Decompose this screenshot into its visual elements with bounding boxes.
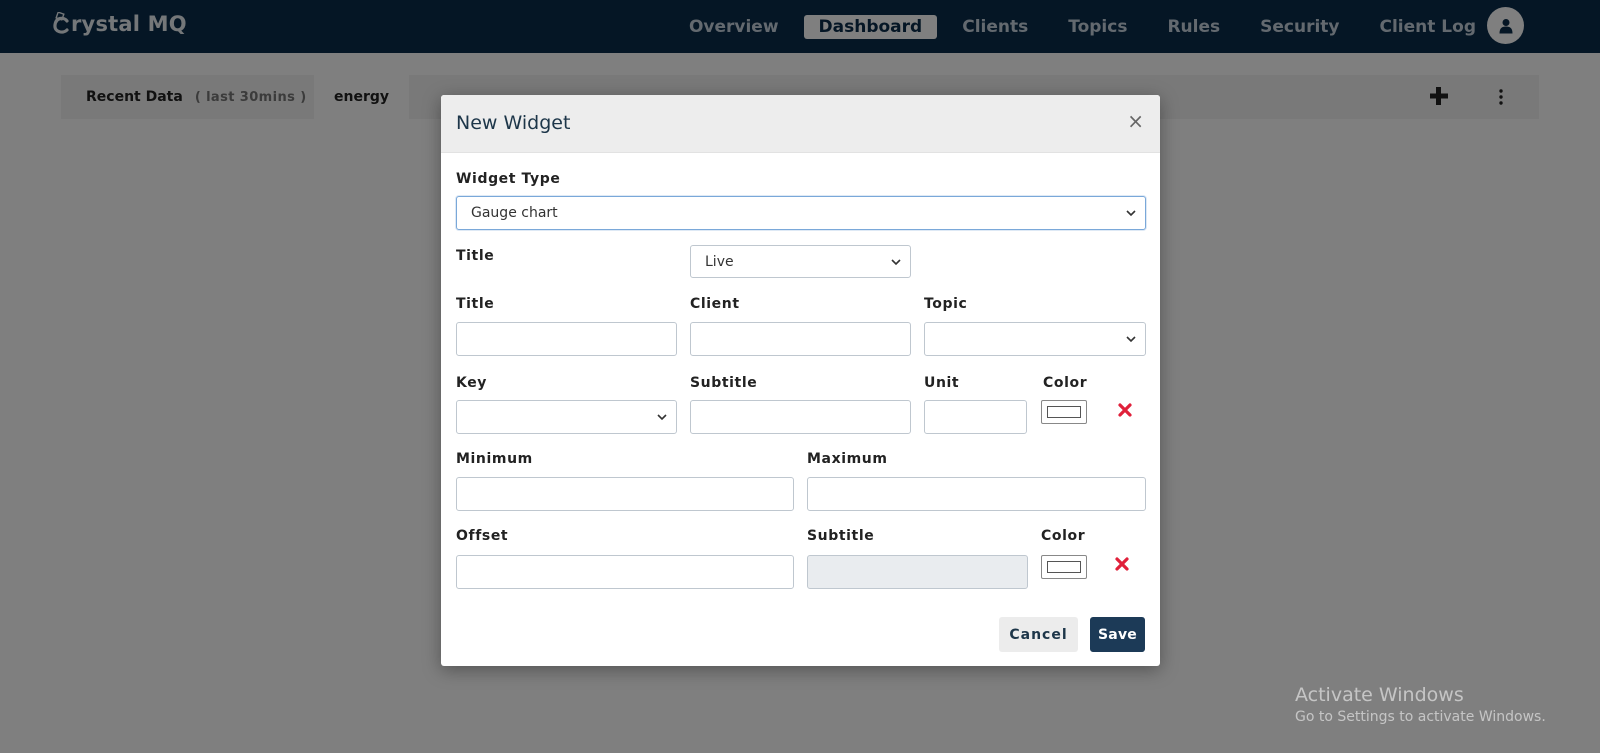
- subtitle-label: Subtitle: [690, 375, 758, 391]
- client-label: Client: [690, 296, 740, 312]
- modal-title: New Widget: [456, 112, 571, 134]
- color-label: Color: [1043, 375, 1088, 391]
- title-mode-value: Live: [705, 253, 734, 270]
- key-label: Key: [456, 375, 488, 391]
- chevron-down-icon: [657, 414, 667, 421]
- widget-type-value: Gauge chart: [471, 205, 558, 221]
- widget-type-select[interactable]: Gauge chart: [456, 196, 1146, 230]
- modal-header: New Widget ×: [441, 95, 1160, 153]
- widget-type-label: Widget Type: [456, 171, 561, 187]
- chevron-down-icon: [1126, 336, 1136, 343]
- minimum-input[interactable]: [456, 477, 794, 511]
- title-mode-label: Title: [456, 248, 495, 264]
- title-input[interactable]: [456, 322, 677, 356]
- activate-windows-watermark: Activate Windows Go to Settings to activ…: [1295, 684, 1546, 725]
- remove-offset-icon[interactable]: [1114, 556, 1130, 572]
- offset-subtitle-input: [807, 555, 1028, 589]
- close-icon[interactable]: ×: [1127, 111, 1144, 131]
- subtitle-input[interactable]: [690, 400, 911, 434]
- topic-label: Topic: [924, 296, 968, 312]
- offset-subtitle-label: Subtitle: [807, 528, 875, 544]
- remove-icon[interactable]: [1117, 402, 1133, 418]
- maximum-label: Maximum: [807, 451, 888, 467]
- color-picker[interactable]: [1041, 400, 1087, 424]
- offset-input[interactable]: [456, 555, 794, 589]
- watermark-line2: Go to Settings to activate Windows.: [1295, 709, 1546, 725]
- offset-color-picker[interactable]: [1041, 555, 1087, 579]
- topic-select[interactable]: [924, 322, 1146, 356]
- cancel-button[interactable]: Cancel: [999, 617, 1078, 652]
- key-select[interactable]: [456, 400, 677, 434]
- save-button[interactable]: Save: [1090, 617, 1145, 652]
- chevron-down-icon: [1126, 210, 1136, 217]
- title-mode-select[interactable]: Live: [690, 245, 911, 278]
- client-input[interactable]: [690, 322, 911, 356]
- chevron-down-icon: [891, 259, 901, 266]
- title-label: Title: [456, 296, 495, 312]
- minimum-label: Minimum: [456, 451, 533, 467]
- unit-input[interactable]: [924, 400, 1027, 434]
- offset-color-label: Color: [1041, 528, 1086, 544]
- offset-label: Offset: [456, 528, 509, 544]
- maximum-input[interactable]: [807, 477, 1146, 511]
- new-widget-modal: New Widget × Widget Type Gauge chart Tit…: [441, 95, 1160, 666]
- watermark-line1: Activate Windows: [1295, 684, 1464, 706]
- unit-label: Unit: [924, 375, 960, 391]
